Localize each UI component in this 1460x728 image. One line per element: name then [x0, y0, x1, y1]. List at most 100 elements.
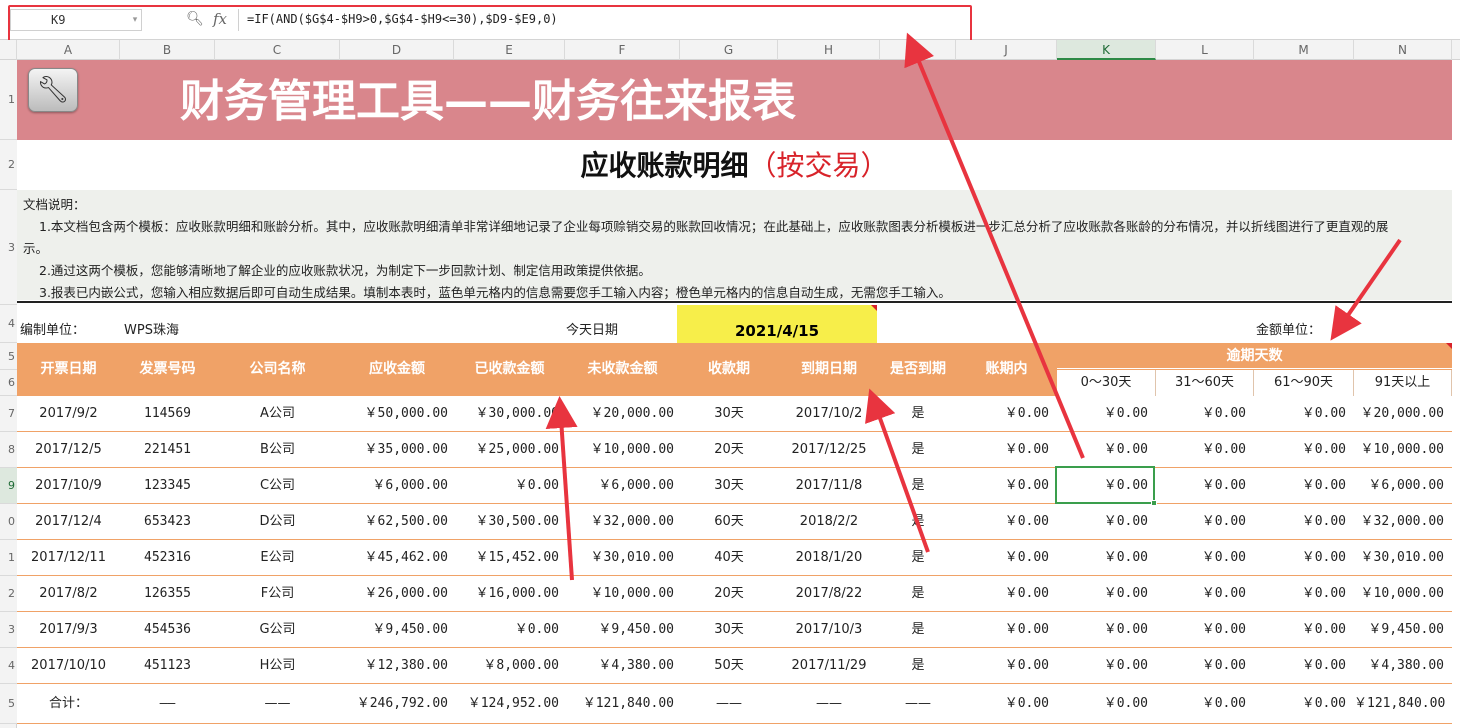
table-cell[interactable]: ￥0.00 — [454, 468, 565, 504]
table-cell[interactable]: ￥50,000.00 — [340, 396, 454, 432]
table-cell[interactable]: F公司 — [215, 576, 340, 612]
table-cell[interactable]: 是 — [880, 648, 956, 684]
row-header[interactable]: 2 — [0, 140, 17, 190]
table-cell[interactable]: ￥0.00 — [1057, 432, 1156, 468]
table-cell[interactable]: ￥0.00 — [1254, 468, 1354, 504]
table-cell[interactable]: ￥0.00 — [1156, 684, 1254, 724]
table-cell[interactable]: 2017/10/2 — [778, 396, 880, 432]
table-cell[interactable]: ￥4,380.00 — [565, 648, 680, 684]
table-cell[interactable]: 2017/9/3 — [17, 612, 120, 648]
table-cell[interactable]: 60天 — [680, 504, 778, 540]
row-header[interactable]: 6 — [0, 370, 17, 396]
chevron-down-icon[interactable]: ▾ — [128, 9, 142, 31]
table-cell[interactable]: ￥121,840.00 — [565, 684, 680, 724]
column-header-n[interactable]: N — [1354, 40, 1452, 60]
table-cell[interactable]: ￥16,000.00 — [454, 576, 565, 612]
table-cell[interactable]: ￥10,000.00 — [565, 432, 680, 468]
column-header-g[interactable]: G — [680, 40, 778, 60]
column-header-d[interactable]: D — [340, 40, 454, 60]
table-cell[interactable]: 20天 — [680, 576, 778, 612]
table-cell[interactable]: ￥0.00 — [1254, 432, 1354, 468]
table-cell[interactable]: ￥0.00 — [1156, 504, 1254, 540]
table-cell[interactable]: ￥8,000.00 — [454, 648, 565, 684]
table-cell[interactable]: ￥0.00 — [1156, 612, 1254, 648]
column-header-k[interactable]: K — [1057, 40, 1156, 60]
table-cell[interactable]: 30天 — [680, 612, 778, 648]
table-cell[interactable]: 是 — [880, 432, 956, 468]
table-cell[interactable]: 是 — [880, 576, 956, 612]
select-all-corner[interactable] — [0, 40, 17, 60]
row-header[interactable]: 1 — [0, 540, 17, 576]
column-header-c[interactable]: C — [215, 40, 340, 60]
table-cell[interactable]: ￥246,792.00 — [340, 684, 454, 724]
table-cell[interactable]: ￥6,000.00 — [340, 468, 454, 504]
name-box[interactable]: K9 — [10, 9, 142, 31]
row-header[interactable]: 0 — [0, 504, 17, 540]
table-cell[interactable]: 是 — [880, 540, 956, 576]
table-cell[interactable]: 合计： — [17, 684, 120, 724]
table-cell[interactable]: ￥0.00 — [956, 540, 1057, 576]
row-header[interactable]: 4 — [0, 305, 17, 343]
table-cell[interactable]: ￥0.00 — [956, 684, 1057, 724]
table-cell[interactable]: ￥0.00 — [1156, 648, 1254, 684]
table-cell[interactable]: ￥0.00 — [1254, 576, 1354, 612]
table-cell[interactable]: G公司 — [215, 612, 340, 648]
table-cell[interactable]: 2017/12/25 — [778, 432, 880, 468]
table-cell[interactable]: ￥45,462.00 — [340, 540, 454, 576]
table-cell[interactable]: ￥0.00 — [1156, 432, 1254, 468]
table-cell[interactable]: 是 — [880, 612, 956, 648]
table-cell[interactable]: ￥0.00 — [1057, 540, 1156, 576]
table-cell[interactable]: ￥6,000.00 — [1354, 468, 1452, 504]
table-cell[interactable]: ￥30,500.00 — [454, 504, 565, 540]
table-cell[interactable]: ￥0.00 — [956, 468, 1057, 504]
table-cell[interactable]: 123345 — [120, 468, 215, 504]
table-cell[interactable]: 126355 — [120, 576, 215, 612]
table-cell[interactable]: ￥0.00 — [1156, 576, 1254, 612]
table-cell[interactable]: ￥121,840.00 — [1354, 684, 1452, 724]
column-header-b[interactable]: B — [120, 40, 215, 60]
row-header[interactable]: 7 — [0, 396, 17, 432]
table-cell[interactable]: 2017/10/3 — [778, 612, 880, 648]
table-cell[interactable]: ￥30,010.00 — [1354, 540, 1452, 576]
table-cell[interactable]: —— — [680, 684, 778, 724]
table-cell[interactable]: ￥10,000.00 — [565, 576, 680, 612]
column-header-h[interactable]: H — [778, 40, 880, 60]
table-cell[interactable]: 是 — [880, 396, 956, 432]
table-cell[interactable]: 2017/12/11 — [17, 540, 120, 576]
table-cell[interactable]: ￥0.00 — [1057, 576, 1156, 612]
table-cell[interactable]: A公司 — [215, 396, 340, 432]
table-cell[interactable]: —— — [880, 684, 956, 724]
table-cell[interactable]: ￥9,450.00 — [340, 612, 454, 648]
table-cell[interactable]: ￥0.00 — [956, 612, 1057, 648]
table-cell[interactable]: 114569 — [120, 396, 215, 432]
fill-handle[interactable] — [1151, 500, 1157, 506]
table-cell[interactable]: ￥20,000.00 — [565, 396, 680, 432]
table-cell[interactable]: —— — [215, 684, 340, 724]
table-cell[interactable]: 2017/8/22 — [778, 576, 880, 612]
column-header-j[interactable]: J — [956, 40, 1057, 60]
table-cell[interactable]: ￥12,380.00 — [340, 648, 454, 684]
table-cell[interactable]: ￥0.00 — [1057, 396, 1156, 432]
table-cell[interactable]: ￥0.00 — [1254, 648, 1354, 684]
table-cell[interactable]: ￥26,000.00 — [340, 576, 454, 612]
table-cell[interactable]: ￥0.00 — [1156, 468, 1254, 504]
table-cell[interactable]: 451123 — [120, 648, 215, 684]
table-cell[interactable]: ￥0.00 — [1254, 612, 1354, 648]
table-cell[interactable]: ￥0.00 — [1254, 540, 1354, 576]
table-cell[interactable]: 2017/12/4 — [17, 504, 120, 540]
row-header[interactable]: 4 — [0, 648, 17, 684]
table-cell[interactable]: ￥0.00 — [1057, 504, 1156, 540]
table-cell[interactable]: ￥0.00 — [454, 612, 565, 648]
column-header-m[interactable]: M — [1254, 40, 1354, 60]
table-cell[interactable]: H公司 — [215, 648, 340, 684]
table-cell[interactable]: ￥0.00 — [956, 504, 1057, 540]
table-cell[interactable]: ￥10,000.00 — [1354, 432, 1452, 468]
column-header-a[interactable]: A — [17, 40, 120, 60]
table-cell[interactable]: ￥30,010.00 — [565, 540, 680, 576]
table-cell[interactable]: 是 — [880, 468, 956, 504]
table-cell[interactable]: 2018/2/2 — [778, 504, 880, 540]
table-cell[interactable]: ￥0.00 — [1156, 396, 1254, 432]
table-cell[interactable]: ￥10,000.00 — [1354, 576, 1452, 612]
table-cell[interactable]: ￥0.00 — [1156, 540, 1254, 576]
table-cell[interactable]: —— — [778, 684, 880, 724]
